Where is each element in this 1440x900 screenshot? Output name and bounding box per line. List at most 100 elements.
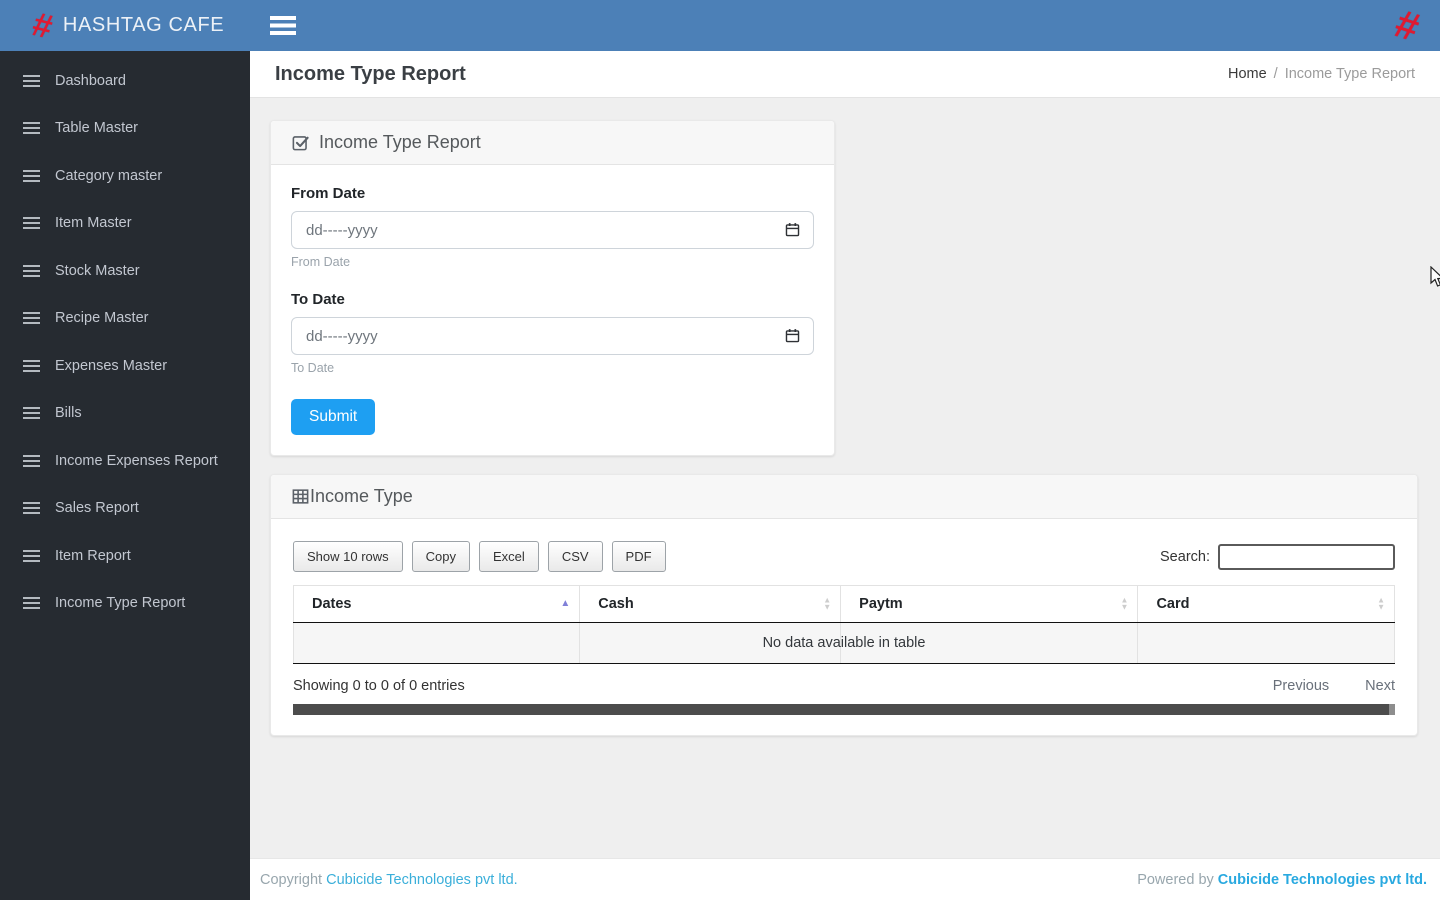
table-card-title-text: Income Type (310, 486, 413, 506)
from-date-group: From Date From Date (291, 185, 814, 269)
to-date-label: To Date (291, 291, 345, 308)
menu-bars-icon (23, 502, 40, 515)
income-type-report-filter-card: Income Type Report From Date dd-----yyyy… (270, 120, 835, 456)
show-rows-button[interactable]: Show 10 rows (293, 541, 403, 572)
table-info-text: Showing 0 to 0 of 0 entries (293, 678, 465, 694)
column-header-dates[interactable]: Dates ▲ (293, 585, 580, 623)
from-date-label: From Date (291, 185, 366, 202)
table-card-header: Income Type (271, 475, 1417, 519)
powered-prefix: Powered by (1137, 871, 1214, 888)
sidebar-item-item-report[interactable]: Item Report (0, 532, 250, 580)
column-header-cash[interactable]: Cash ▲ ▼ (579, 585, 841, 623)
to-date-input[interactable] (291, 317, 814, 355)
menu-bars-icon (23, 597, 40, 610)
menu-bars-icon (23, 217, 40, 230)
sort-ascending-icon: ▲ (560, 598, 571, 609)
page-title: Income Type Report (275, 62, 466, 85)
income-type-table-card: Income Type Show 10 rows Copy Excel CSV … (270, 474, 1418, 736)
breadcrumb-home-link[interactable]: Home (1228, 66, 1267, 82)
column-header-card[interactable]: Card ▲ ▼ (1137, 585, 1395, 623)
pagination: Previous Next (1273, 678, 1395, 694)
menu-bars-icon (23, 454, 40, 467)
footer-powered-by: Powered by Cubicide Technologies pvt ltd… (1137, 872, 1427, 888)
menu-bars-icon (23, 264, 40, 277)
submit-button[interactable]: Submit (291, 399, 376, 435)
column-header-paytm[interactable]: Paytm ▲ ▼ (840, 585, 1138, 623)
sidebar-item-label: Expenses Master (55, 357, 168, 374)
calendar-icon[interactable] (784, 327, 801, 344)
sidebar-item-table-master[interactable]: Table Master (0, 105, 250, 153)
calendar-icon[interactable] (784, 221, 801, 238)
data-table-wrap: Dates ▲ Cash ▲ ▼ Paytm ▲ ▼ Card ▲ ▼ No d… (293, 585, 1395, 664)
footer: Copyright Cubicide Technologies pvt ltd.… (250, 858, 1440, 900)
sidebar-item-expenses-master[interactable]: Expenses Master (0, 342, 250, 390)
copyright-prefix: Copyright (260, 871, 323, 888)
main-area: Income Type Report Home / Income Type Repo… (250, 51, 1440, 900)
sidebar-item-label: Income Expenses Report (55, 452, 218, 469)
from-date-helper: From Date (291, 255, 351, 269)
search-input[interactable] (1218, 543, 1395, 570)
powered-company-link[interactable]: Cubicide Technologies pvt ltd. (1218, 872, 1427, 888)
sidebar-item-stock-master[interactable]: Stock Master (0, 247, 250, 295)
horizontal-scrollbar[interactable] (293, 704, 1395, 715)
datatable-buttons: Show 10 rows Copy Excel CSV PDF (293, 541, 666, 572)
menu-bars-icon (23, 169, 40, 182)
topbar-logo: # (1389, 1, 1424, 50)
content-area: Income Type Report From Date dd-----yyyy… (250, 98, 1440, 858)
sidebar-item-label: Table Master (55, 120, 139, 137)
empty-table-row (293, 622, 1395, 664)
menu-bars-icon (23, 74, 40, 87)
sort-icon: ▲ ▼ (1377, 595, 1385, 611)
menu-bars-icon (23, 407, 40, 420)
brand-hashtag-icon: # (28, 4, 57, 47)
table-search: Search: (1160, 543, 1395, 570)
filter-card-body: From Date From Date (271, 165, 834, 455)
sidebar-item-label: Category master (55, 167, 163, 184)
menu-bars-icon (23, 122, 40, 135)
filter-card-header: Income Type Report (271, 121, 834, 165)
filter-card-title: Income Type Report (291, 132, 481, 153)
copy-button[interactable]: Copy (411, 541, 471, 572)
sidebar-item-recipe-master[interactable]: Recipe Master (0, 295, 250, 343)
previous-page-button[interactable]: Previous (1273, 678, 1329, 694)
sidebar-item-bills[interactable]: Bills (0, 390, 250, 438)
filter-card-title-text: Income Type Report (319, 132, 481, 152)
sidebar-item-sales-report[interactable]: Sales Report (0, 485, 250, 533)
sidebar-item-label: Dashboard (55, 72, 126, 89)
sidebar-item-label: Sales Report (55, 500, 139, 517)
breadcrumb-current: Income Type Report (1284, 66, 1415, 82)
next-page-button[interactable]: Next (1365, 678, 1395, 694)
menu-bars-icon (23, 312, 40, 325)
hashtag-icon: # (1389, 1, 1425, 50)
copyright-company-link[interactable]: Cubicide Technologies pvt ltd. (326, 872, 518, 888)
table-toolbar: Show 10 rows Copy Excel CSV PDF Search: (293, 541, 1395, 572)
sidebar-item-category-master[interactable]: Category master (0, 152, 250, 200)
topbar: # HASHTAG CAFE # (0, 0, 1440, 51)
sidebar: Dashboard Table Master Category master I… (0, 51, 250, 900)
scrollbar-track-end (1389, 704, 1395, 715)
search-label: Search: (1160, 548, 1210, 565)
sidebar-item-income-type-report[interactable]: Income Type Report (0, 580, 250, 628)
sort-icon: ▲ ▼ (1120, 595, 1129, 611)
brand[interactable]: # HASHTAG CAFE (0, 4, 250, 47)
sidebar-item-label: Stock Master (55, 262, 140, 279)
sidebar-item-dashboard[interactable]: Dashboard (0, 57, 250, 105)
menu-bars-icon (23, 359, 40, 372)
sidebar-item-income-expenses-report[interactable]: Income Expenses Report (0, 437, 250, 485)
sidebar-item-item-master[interactable]: Item Master (0, 200, 250, 248)
table-card-title: Income Type (291, 486, 413, 507)
to-date-group: To Date To Date (291, 291, 814, 375)
to-date-helper: To Date (291, 361, 335, 375)
pdf-button[interactable]: PDF (611, 541, 666, 572)
excel-button[interactable]: Excel (479, 541, 539, 572)
from-date-input[interactable] (291, 211, 814, 249)
sidebar-item-label: Recipe Master (55, 310, 149, 327)
sidebar-item-label: Income Type Report (55, 595, 186, 612)
table-info-row: Showing 0 to 0 of 0 entries Previous Nex… (293, 678, 1395, 694)
app-window: # HASHTAG CAFE # Dashboard Table Master … (0, 0, 1440, 900)
brand-title: HASHTAG CAFE (62, 14, 225, 36)
sidebar-toggle-icon[interactable] (270, 16, 296, 35)
csv-button[interactable]: CSV (547, 541, 603, 572)
breadcrumb: Home / Income Type Report (1228, 66, 1415, 82)
sidebar-item-label: Bills (55, 405, 82, 422)
